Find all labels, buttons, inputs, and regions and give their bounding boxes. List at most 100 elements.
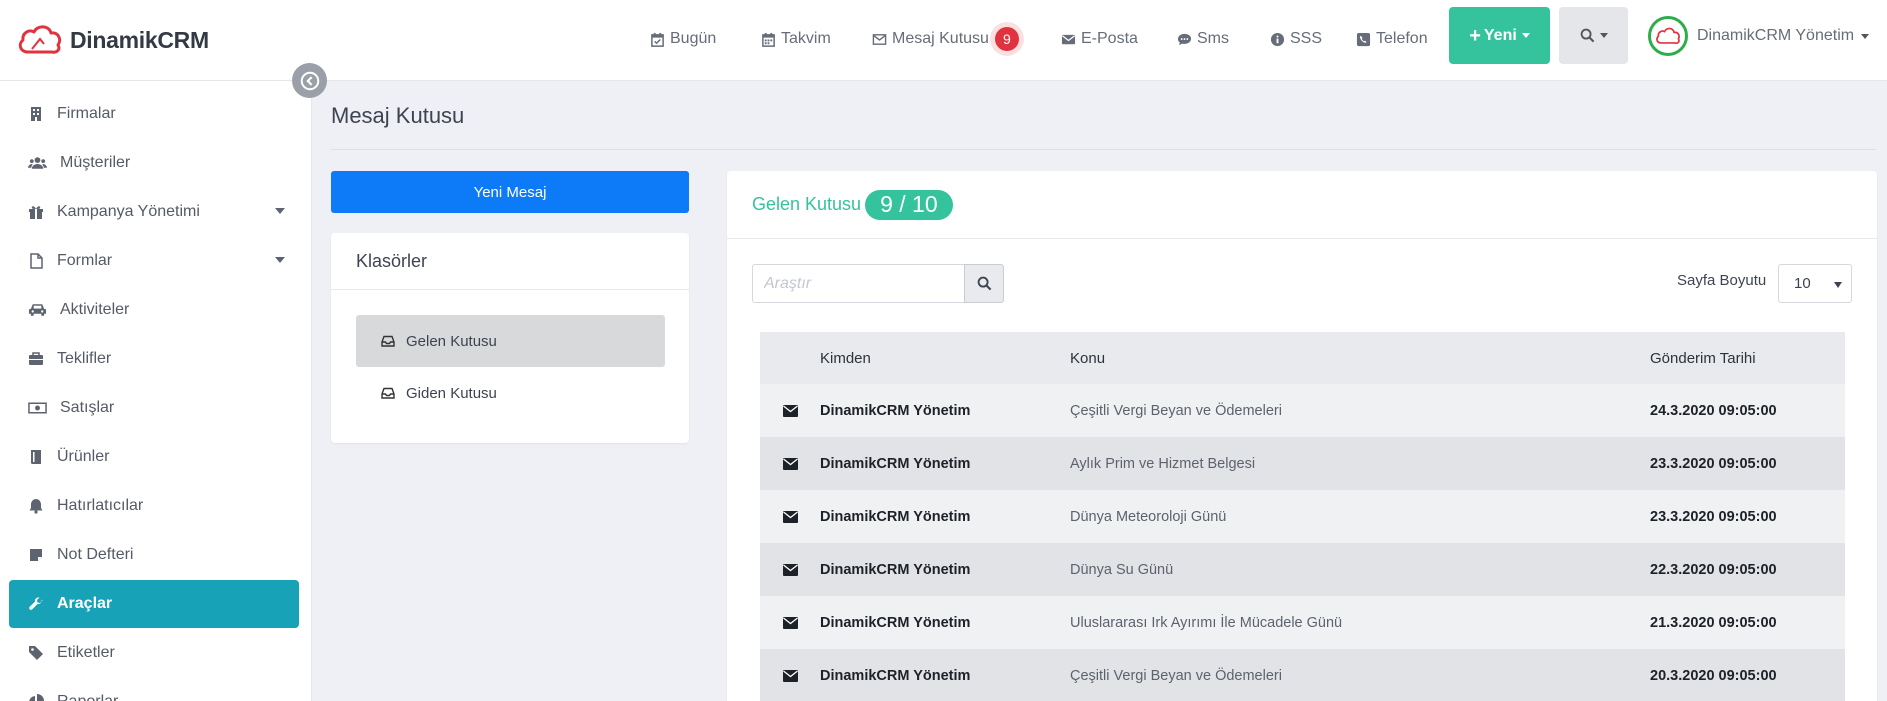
row-date: 22.3.2020 09:05:00: [1650, 561, 1777, 578]
user-name: DinamikCRM Yönetim: [1697, 27, 1855, 44]
page-size-select[interactable]: 10: [1778, 264, 1852, 303]
new-dropdown-button[interactable]: + Yeni: [1449, 7, 1550, 64]
compose-button[interactable]: Yeni Mesaj: [331, 171, 689, 213]
nav-mesaj-kutusu[interactable]: Mesaj Kutusu 9: [872, 22, 1024, 56]
sidebar-item-araclar[interactable]: Araçlar: [9, 580, 299, 628]
user-menu[interactable]: DinamikCRM Yönetim: [1648, 15, 1870, 57]
table-row[interactable]: DinamikCRM Yönetim Uluslararası Irk Ayır…: [760, 596, 1845, 649]
row-date: 20.3.2020 09:05:00: [1650, 667, 1777, 684]
nav-telefon[interactable]: Telefon: [1356, 26, 1428, 52]
search-input[interactable]: [752, 264, 964, 303]
sidebar-item-not-defteri[interactable]: Not Defteri: [9, 531, 299, 579]
caret-down-icon: [1599, 33, 1608, 38]
row-subject: Dünya Meteoroloji Günü: [1070, 508, 1227, 525]
sidebar-item-raporlar[interactable]: Raporlar: [9, 678, 299, 701]
row-from: DinamikCRM Yönetim: [820, 508, 971, 525]
table-row[interactable]: DinamikCRM Yönetim Dünya Su Günü 22.3.20…: [760, 543, 1845, 596]
sidebar: Firmalar Müşteriler Kampanya Yönetimi Fo…: [0, 81, 312, 701]
table-row[interactable]: DinamikCRM Yönetim Aylık Prim ve Hizmet …: [760, 437, 1845, 490]
cloud-logo-icon: [18, 25, 62, 54]
caret-down-icon: [1521, 33, 1530, 38]
table-row[interactable]: DinamikCRM Yönetim Çeşitli Vergi Beyan v…: [760, 649, 1845, 701]
sidebar-item-firmalar[interactable]: Firmalar: [9, 90, 299, 138]
nav-sms[interactable]: Sms: [1177, 26, 1229, 52]
sidebar-item-teklifler[interactable]: Teklifler: [9, 335, 299, 383]
nav-eposta[interactable]: E-Posta: [1061, 26, 1138, 52]
folder-outbox[interactable]: Giden Kutusu: [356, 367, 665, 419]
message-table: Kimden Konu Gönderim Tarihi DinamikCRM Y…: [760, 332, 1845, 701]
building-icon: [31, 107, 41, 121]
caret-down-icon: [275, 208, 285, 214]
envelope-icon: [782, 563, 798, 576]
envelope-outline-icon: [872, 33, 887, 45]
page-size-label: Sayfa Boyutu: [1677, 272, 1767, 289]
table-header: Kimden Konu Gönderim Tarihi: [760, 332, 1845, 384]
cloud-logo-icon: [1656, 27, 1680, 45]
sidebar-item-formlar[interactable]: Formlar: [9, 237, 299, 285]
column-header-date: Gönderim Tarihi: [1650, 349, 1756, 367]
folder-inbox[interactable]: Gelen Kutusu: [356, 315, 665, 367]
money-icon: [28, 402, 47, 414]
message-count-badge: 9 / 10: [865, 189, 953, 220]
nav-takvim[interactable]: Takvim: [761, 26, 831, 52]
brand-logo[interactable]: DinamikCRM: [16, 20, 209, 60]
nav-sss[interactable]: SSS: [1270, 26, 1322, 52]
sidebar-item-label: Kampanya Yönetimi: [57, 203, 200, 220]
table-row[interactable]: DinamikCRM Yönetim Çeşitli Vergi Beyan v…: [760, 384, 1845, 437]
folders-panel: Klasörler Gelen Kutusu Giden Kutusu: [331, 233, 689, 443]
search-button[interactable]: [964, 264, 1004, 303]
chart-pie-icon: [29, 694, 44, 701]
sidebar-item-aktiviteler[interactable]: Aktiviteler: [9, 286, 299, 334]
sidebar-item-urunler[interactable]: Ürünler: [9, 433, 299, 481]
inbox-panel: Gelen Kutusu 9 / 10 Sayfa Boyutu 10 Kimd…: [727, 171, 1877, 701]
sidebar-item-label: Teklifler: [57, 350, 112, 367]
bell-icon: [29, 499, 43, 514]
sidebar-item-label: Satışlar: [60, 399, 115, 416]
page-size-value: 10: [1794, 275, 1811, 292]
avatar: [1648, 16, 1688, 56]
folders-title: Klasörler: [331, 233, 689, 290]
sidebar-item-label: Not Defteri: [57, 546, 134, 563]
search-dropdown-button[interactable]: [1559, 7, 1628, 64]
sidebar-item-musteriler[interactable]: Müşteriler: [9, 139, 299, 187]
row-subject: Çeşitli Vergi Beyan ve Ödemeleri: [1070, 402, 1282, 419]
caret-down-icon: [1861, 33, 1870, 39]
file-icon: [30, 253, 43, 269]
envelope-icon: [782, 404, 798, 417]
sidebar-item-etiketler[interactable]: Etiketler: [9, 629, 299, 677]
sidebar-collapse-button[interactable]: [292, 63, 327, 98]
row-subject: Aylık Prim ve Hizmet Belgesi: [1070, 455, 1256, 472]
envelope-icon: [1061, 34, 1076, 44]
sidebar-item-satislar[interactable]: Satışlar: [9, 384, 299, 432]
divider: [331, 149, 1876, 150]
row-date: 23.3.2020 09:05:00: [1650, 455, 1777, 472]
column-header-subject: Konu: [1070, 349, 1106, 367]
search-icon: [1580, 28, 1594, 43]
row-subject: Çeşitli Vergi Beyan ve Ödemeleri: [1070, 667, 1282, 684]
nav-bugun[interactable]: Bugün: [650, 26, 716, 52]
book-icon: [31, 450, 41, 464]
caret-down-icon: [1834, 282, 1842, 288]
nav-label: Sms: [1197, 30, 1229, 47]
new-label: Yeni: [1483, 26, 1517, 44]
folder-label: Gelen Kutusu: [406, 332, 497, 350]
sidebar-item-label: Aktiviteler: [60, 301, 130, 318]
nav-label: Bugün: [670, 30, 717, 47]
top-bar: DinamikCRM Bugün Takvim Mesaj Kutusu 9 E…: [0, 0, 1887, 81]
row-from: DinamikCRM Yönetim: [820, 561, 971, 578]
sidebar-item-kampanya[interactable]: Kampanya Yönetimi: [9, 188, 299, 236]
row-date: 21.3.2020 09:05:00: [1650, 614, 1777, 631]
sticky-note-icon: [30, 549, 42, 561]
inbox-title: Gelen Kutusu: [752, 194, 862, 214]
table-row[interactable]: DinamikCRM Yönetim Dünya Meteoroloji Gün…: [760, 490, 1845, 543]
nav-label: E-Posta: [1081, 30, 1138, 47]
sidebar-item-hatirlaticilar[interactable]: Hatırlatıcılar: [9, 482, 299, 530]
calendar-icon: [762, 32, 775, 47]
unread-count: 9: [994, 27, 1019, 51]
sidebar-item-label: Raporlar: [57, 693, 118, 701]
row-from: DinamikCRM Yönetim: [820, 455, 971, 472]
inbox-header: Gelen Kutusu 9 / 10: [727, 171, 1877, 239]
row-date: 23.3.2020 09:05:00: [1650, 508, 1777, 525]
sidebar-item-label: Ürünler: [57, 448, 110, 465]
inbox-icon: [381, 335, 395, 347]
